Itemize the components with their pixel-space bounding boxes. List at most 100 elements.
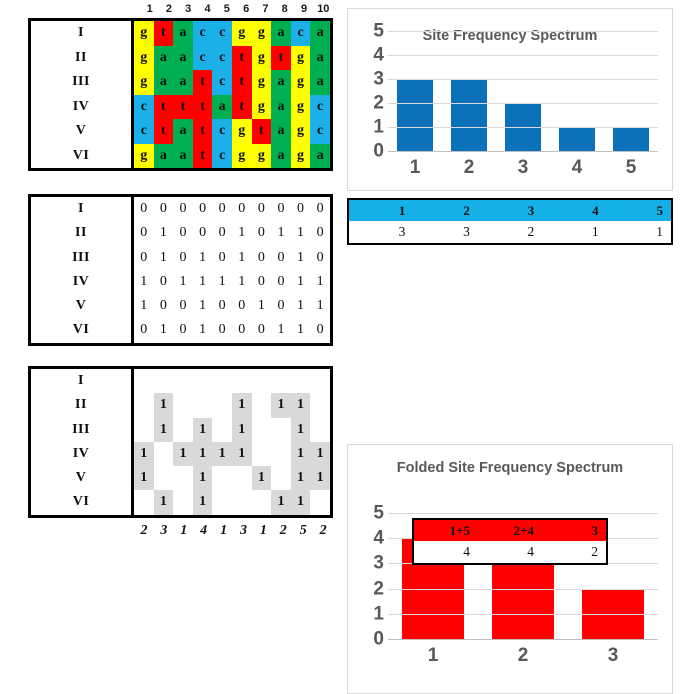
shaded-matrix-cell <box>154 442 174 466</box>
alignment-cell-c: c <box>310 119 330 144</box>
alignment-cell-a: a <box>173 143 193 168</box>
gridline <box>388 513 658 514</box>
binary-matrix-row: 0101000110 <box>134 318 330 342</box>
binary-matrix-cell: 0 <box>238 298 246 314</box>
binary-matrix-row-label: IV <box>72 273 90 289</box>
alignment-cell-g: g <box>231 21 252 46</box>
gridline <box>388 613 658 615</box>
shaded-matrix-cell <box>271 369 291 393</box>
shaded-matrix-cell: 1 <box>290 393 311 418</box>
shaded-matrix-cell: 1 <box>231 441 252 467</box>
x-axis-label: 3 <box>607 645 619 666</box>
shaded-matrix-cell: 1 <box>231 393 252 418</box>
shaded-matrix-cell: 1 <box>290 466 311 491</box>
gridline <box>388 55 658 56</box>
shaded-matrix-row: 1111 <box>134 417 330 442</box>
shaded-matrix-cell: 1 <box>153 393 174 418</box>
alignment-column-header: 1 <box>146 3 153 15</box>
binary-matrix-cell: 0 <box>316 322 324 338</box>
alignment-cell-g: g <box>251 94 272 119</box>
shaded-matrix-cell <box>212 369 232 393</box>
binary-matrix-cell: 0 <box>159 298 167 314</box>
y-axis-tick: 4 <box>373 44 384 66</box>
binary-matrix-cell: 1 <box>297 298 305 314</box>
shaded-matrix-cell: 1 <box>310 441 330 467</box>
gridline <box>388 31 658 32</box>
binary-matrix-cell: 0 <box>159 273 167 289</box>
y-axis-tick: 2 <box>373 92 384 114</box>
sfs-bars <box>388 31 658 151</box>
binary-matrix-cell: 1 <box>159 249 167 265</box>
binary-matrix-row-label: III <box>72 249 90 265</box>
binary-matrix-cell: 0 <box>257 273 265 289</box>
shaded-matrix-column-sum: 3 <box>239 523 247 538</box>
bar <box>612 127 650 151</box>
sfs-plot-wrap: 012345 <box>348 22 672 161</box>
alignment-column-headers: 1 2 3 4 5 6 7 8 9 10 <box>28 0 333 18</box>
shaded-matrix-cell <box>173 418 193 442</box>
x-axis-label: 1 <box>427 645 439 666</box>
site-frequency-spectrum-chart: Site Frequency Spectrum 012345 12345 <box>347 8 673 191</box>
shaded-matrix-cell <box>134 490 154 514</box>
shaded-matrix-cell: 1 <box>192 417 213 442</box>
binary-matrix-cell: 0 <box>179 225 187 241</box>
data-table-header-cell: 3 <box>527 203 535 218</box>
shaded-matrix-cell: 1 <box>134 466 154 491</box>
alignment-column-header: 10 <box>317 3 330 15</box>
x-axis-label: 3 <box>517 157 529 178</box>
binary-matrix-cell: 0 <box>218 225 226 241</box>
sfs-data-table: 1 2 3 4 5 3 3 2 1 1 <box>347 198 673 245</box>
alignment-cell-a: a <box>173 119 193 144</box>
shaded-matrix-row: 1111111 <box>134 441 330 467</box>
alignment-cell-a: a <box>310 21 330 46</box>
y-axis-tick: 5 <box>373 20 384 42</box>
shaded-matrix-cell: 1 <box>231 417 252 442</box>
alignment-row-label: VI <box>72 147 90 163</box>
fsfs-y-axis: 012345 <box>354 504 388 649</box>
alignment-row-label: V <box>75 123 87 138</box>
shaded-matrix-cell: 1 <box>290 441 311 467</box>
shaded-matrix-cell <box>212 418 232 442</box>
binary-matrix-row-labels: I II III IV V VI <box>31 197 134 343</box>
data-table-header-cell: 5 <box>656 203 664 218</box>
alignment-cell-a: a <box>173 21 193 46</box>
alignment-cell-t: t <box>251 119 272 144</box>
alignment-row-labels: I II III IV V VI <box>31 21 134 168</box>
gridline <box>388 127 658 128</box>
y-axis-tick: 3 <box>373 552 384 574</box>
binary-matrix-cell: 1 <box>277 225 285 241</box>
alignment-cell-a: a <box>271 70 291 95</box>
bar <box>558 127 596 151</box>
data-table-value-cell: 1 <box>591 224 599 239</box>
alignment-row-label: I <box>78 25 84 40</box>
alignment-cell-t: t <box>153 21 174 46</box>
alignment-cell-g: g <box>290 94 311 119</box>
binary-matrix-cell: 0 <box>159 201 167 216</box>
shaded-matrix-cell <box>271 442 291 466</box>
shaded-matrix-cell: 1 <box>251 466 272 491</box>
binary-matrix-row: 1011110011 <box>134 270 330 294</box>
shaded-matrix-column-sum: 4 <box>200 523 208 538</box>
shaded-matrix-cell <box>252 369 272 393</box>
alignment-cell-t: t <box>192 94 213 119</box>
binary-matrix-cell: 0 <box>140 225 148 241</box>
shaded-matrix-cell: 1 <box>192 441 213 467</box>
alignment-cell-c: c <box>212 119 232 144</box>
binary-matrix-cell: 1 <box>238 273 246 289</box>
alignment-cell-c: c <box>212 45 232 70</box>
shaded-matrix-row: 1111 <box>134 490 330 515</box>
shaded-matrix-cell <box>173 393 193 417</box>
y-axis-tick: 0 <box>373 140 384 162</box>
alignment-row: gaatctgaga <box>134 70 330 95</box>
data-table-value-cell: 2 <box>591 544 598 559</box>
shaded-matrix-column-sum: 1 <box>180 523 188 538</box>
bar <box>450 79 488 151</box>
gridline <box>388 103 658 104</box>
shaded-matrix-body: I II III IV V VI 111111111111111111111111 <box>28 366 333 518</box>
folded-site-frequency-spectrum-chart: Folded Site Frequency Spectrum 0 1 2 3 4 5 1 2… <box>347 444 673 694</box>
sequence-alignment-table: 1 2 3 4 5 6 7 8 9 10 I II III IV V VI gtaccggacagaacct… <box>28 0 333 171</box>
binary-matrix-cell: 1 <box>257 298 265 314</box>
alignment-cell-c: c <box>212 70 232 95</box>
alignment-cell-g: g <box>251 21 272 46</box>
binary-matrix-cell: 0 <box>179 201 187 216</box>
